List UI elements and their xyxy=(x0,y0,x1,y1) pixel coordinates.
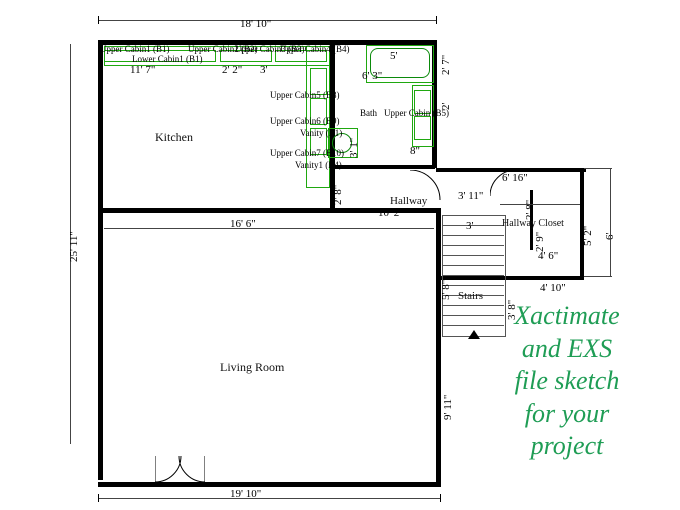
dim-hall-w: 10' 2" xyxy=(378,207,404,219)
dim-lr911: 9' 11" xyxy=(442,395,454,420)
promo-text: Xactimate and EXS file sketch for your p… xyxy=(482,300,652,463)
dim-hc-h2: 2' 9" xyxy=(534,232,546,252)
promo-line-1: Xactimate xyxy=(514,301,619,330)
dim-hall311: 3' 11" xyxy=(458,190,483,202)
annot-vanity: Vanity (B1) xyxy=(300,128,342,138)
dim-top-main: 18' 10" xyxy=(240,18,271,30)
annot-bath: Bath xyxy=(360,108,377,118)
dim-hc-h3: 5' 2" xyxy=(582,226,594,246)
room-stairs: Stairs xyxy=(458,290,483,302)
annot-uc7: Upper Cabin7 (B10) xyxy=(270,148,344,158)
annot-uc6: Upper Cabin6 (B9) xyxy=(270,116,340,126)
dim-hall-h1: 2' 8" xyxy=(332,185,344,205)
dim-small2: 2' xyxy=(440,103,452,110)
door-arc-icon xyxy=(155,456,205,486)
dim-tub-w: 5' xyxy=(390,50,397,62)
room-kitchen: Kitchen xyxy=(155,130,193,145)
door-arc-icon xyxy=(410,170,450,210)
annot-lc1: Lower Cabin1 (B1) xyxy=(132,54,202,64)
dim-small27: 2' 7" xyxy=(440,55,452,75)
promo-line-2: and EXS xyxy=(522,334,612,363)
room-living: Living Room xyxy=(220,360,284,375)
annot-uc1: Upper Cabin1 (B1) xyxy=(100,44,170,54)
dim-kitchen-c2: 2' 2" xyxy=(222,64,242,76)
dim-kitchen-c1: 11' 7" xyxy=(130,64,155,76)
dim-left-main: 25' 11" xyxy=(68,231,80,262)
promo-line-3: file sketch xyxy=(515,366,620,395)
annot-uc4: Upper Cabin4 (B4) xyxy=(280,44,350,54)
dim-stairs3: 3' xyxy=(466,220,473,232)
promo-line-5: project xyxy=(531,431,604,460)
annot-uc5: Upper Cabin5 (B8) xyxy=(270,90,340,100)
dim-right-ext: 4' 10" xyxy=(540,282,566,294)
promo-line-4: for your xyxy=(525,399,610,428)
dim-hc-h: 2' 8" xyxy=(524,200,536,220)
door-arc-icon xyxy=(490,170,530,200)
dim-hall-h2: 3' 1" xyxy=(348,138,360,158)
dim-kitchen-c3: 3' xyxy=(260,64,267,76)
dim-tub-h: 6' 3" xyxy=(362,70,382,82)
annot-vanity1: Vanity1 (B4) xyxy=(295,160,342,170)
dim-small8: 8" xyxy=(410,145,420,157)
dim-stairs58: 5' 8" xyxy=(440,280,452,300)
